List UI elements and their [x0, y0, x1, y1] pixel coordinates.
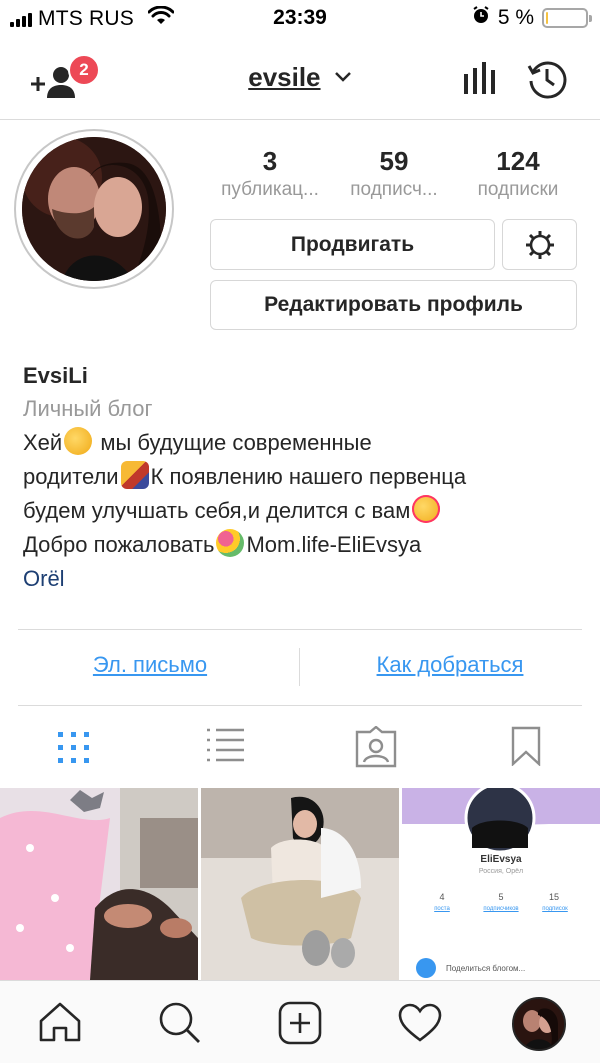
nav-activity[interactable]	[398, 1003, 442, 1048]
grid-icon	[58, 732, 89, 763]
screenshot-posts-value: 4	[439, 892, 445, 902]
battery-icon	[542, 8, 592, 28]
tab-grid[interactable]	[56, 730, 92, 771]
bio-line-4a: Добро пожаловать	[23, 532, 215, 557]
nav-profile[interactable]	[512, 997, 566, 1051]
bio-line-1b: мы будущие современные	[94, 430, 372, 455]
posts-grid: EliEvsya Россия, Орёл 4 поста 5 подписчи…	[0, 788, 600, 980]
edit-profile-button[interactable]: Редактировать профиль	[210, 280, 577, 330]
promote-button[interactable]: Продвигать	[210, 219, 495, 270]
bio-line-2b: К появлению нашего первенца	[150, 464, 467, 489]
screenshot-following-label: подписок	[542, 906, 568, 912]
posts-count[interactable]: 3 публикац...	[210, 146, 330, 201]
contact-separator	[299, 648, 300, 686]
following-count[interactable]: 124 подписки	[458, 146, 578, 201]
posts-value: 3	[262, 146, 278, 176]
add-post-icon	[278, 1001, 322, 1045]
battery-percent: 5 %	[497, 6, 534, 29]
profile-bio: EvsiLi Личный блог Хей мы будущие соврем…	[23, 360, 583, 596]
category-label: Личный блог	[23, 396, 153, 421]
email-button[interactable]: Эл. письмо	[30, 652, 270, 678]
post-thumbnail-profile-screenshot[interactable]: EliEvsya Россия, Орёл 4 поста 5 подписчи…	[402, 788, 600, 980]
avatar-photo	[22, 137, 166, 281]
bio-line-4b: Mom.life-EliEvsya	[246, 532, 422, 557]
bookmark-icon	[511, 726, 541, 767]
star-struck-emoji-icon	[412, 495, 441, 523]
username-title: evsile	[248, 62, 321, 92]
bio-line-1a: Хей	[23, 430, 63, 455]
insights-button[interactable]	[460, 60, 498, 101]
chevron-down-icon	[334, 72, 351, 82]
tagged-photo-icon	[355, 725, 397, 768]
display-name: EvsiLi	[23, 363, 88, 388]
tab-tagged[interactable]	[354, 725, 398, 773]
bottom-navigation	[0, 980, 600, 1063]
home-icon	[39, 1002, 81, 1042]
divider	[18, 705, 582, 706]
bouquet-emoji-icon	[216, 529, 245, 557]
heart-icon	[398, 1003, 442, 1042]
nav-search[interactable]	[158, 1001, 202, 1050]
following-value: 124	[496, 146, 540, 176]
gear-icon	[525, 230, 554, 259]
nav-home[interactable]	[38, 1001, 82, 1048]
screenshot-followers-label: подписчиков	[483, 906, 519, 912]
directions-button[interactable]: Как добраться	[330, 652, 570, 678]
screenshot-posts-label: поста	[434, 906, 450, 912]
following-label: подписки	[477, 179, 559, 200]
profile-header: 2 evsile	[0, 38, 600, 120]
followers-value: 59	[379, 146, 409, 176]
settings-button[interactable]	[502, 219, 577, 270]
profile-avatar[interactable]	[14, 129, 174, 289]
tab-list[interactable]	[204, 726, 246, 769]
divider	[18, 629, 582, 630]
search-icon	[159, 1002, 200, 1043]
screenshot-following-value: 15	[548, 892, 559, 902]
profile-avatar-icon	[514, 999, 564, 1049]
archive-button[interactable]	[526, 58, 568, 105]
tab-saved[interactable]	[510, 726, 542, 771]
hugging-face-emoji-icon	[64, 427, 93, 455]
screenshot-followers-value: 5	[498, 892, 504, 902]
screenshot-location: Россия, Орёл	[478, 868, 524, 875]
screenshot-name: EliEvsya	[480, 854, 522, 865]
screenshot-bottom-text: Поделиться блогом...	[446, 964, 526, 973]
followers-count[interactable]: 59 подписч...	[334, 146, 454, 201]
bio-line-3: будем улучшать себя,и делится с вам	[23, 498, 411, 523]
account-switcher[interactable]: evsile	[0, 62, 600, 93]
bar-chart-icon	[464, 62, 495, 94]
nav-new-post[interactable]	[278, 1001, 322, 1050]
followers-label: подписч...	[350, 179, 438, 200]
post-thumbnail-crib[interactable]	[201, 788, 399, 980]
location-link[interactable]: Orël	[23, 562, 583, 596]
bio-line-2a: родители	[23, 464, 119, 489]
list-icon	[207, 728, 244, 762]
status-bar: MTS RUS 23:39 5 %	[0, 0, 600, 38]
alarm-icon	[472, 6, 490, 30]
posts-label: публикац...	[221, 179, 319, 200]
family-emoji-icon	[120, 461, 149, 489]
history-icon	[527, 61, 567, 99]
post-thumbnail-sewing[interactable]	[0, 788, 198, 980]
bio-text: Хей мы будущие современные родители К поя…	[23, 426, 583, 562]
